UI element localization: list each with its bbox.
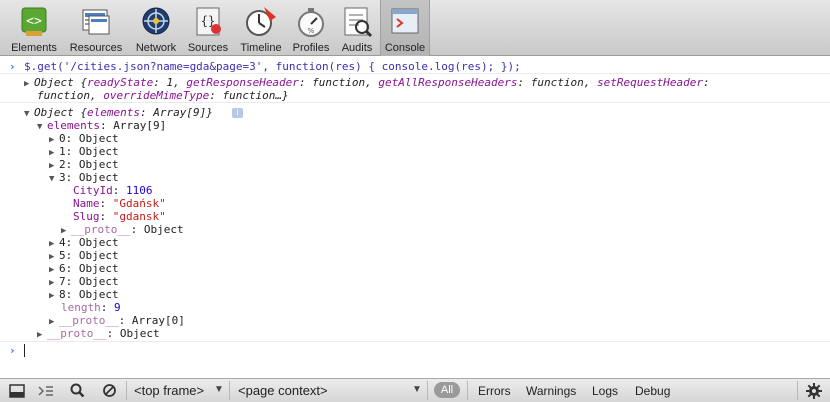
tab-profiles[interactable]: % Profiles [288,0,334,56]
command-result: ▶ Object {readyState: 1, getResponseHeade… [0,75,830,103]
chevron-down-icon: ▼ [412,384,422,395]
command-text[interactable]: $.get('/cities.json?name=gda&page=3', fu… [24,60,521,73]
console-output[interactable]: › $.get('/cities.json?name=gda&page=3', … [0,57,830,378]
tab-resources[interactable]: Resources [66,0,126,56]
tab-audits[interactable]: Audits [336,0,378,56]
console-input[interactable] [24,344,25,357]
sources-icon: {} [196,7,221,36]
devtools-toolbar: <> Elements Resources Network {} Sources… [0,0,830,56]
resources-icon [82,9,110,35]
console-log-message: ▼ Object {elements: Array[9]} i ▼ elements… [0,104,830,342]
search-icon [70,383,84,398]
tab-console[interactable]: Console [380,0,430,56]
show-console-icon [38,385,53,396]
tab-timeline[interactable]: Timeline [236,0,286,56]
audits-icon [344,7,373,38]
prop-name: Name: "Gdańsk" [73,197,166,210]
info-icon[interactable]: i [232,108,243,118]
prop-length: length: 9 [61,301,121,314]
filter-warnings[interactable]: Warnings [526,379,576,402]
result-line-2: function, overrideMimeType: function…} [37,89,289,102]
filter-all[interactable]: All [434,382,460,398]
status-bar: <top frame> ▼ <page context> ▼ All Error… [0,378,830,402]
clear-console-icon [102,384,116,397]
network-icon [142,7,170,35]
expand-triangle-icon[interactable]: ▶ [24,78,34,91]
filter-logs[interactable]: Logs [592,379,618,402]
timeline-icon [246,7,276,36]
gear-icon [806,382,822,399]
profiles-icon: % [298,8,324,37]
settings-button[interactable] [803,379,825,402]
object-proto[interactable]: ▶ __proto__: Object [37,327,160,342]
search-button[interactable] [66,379,88,402]
dock-icon [9,383,25,398]
context-select[interactable]: <page context> [238,379,328,402]
dock-button[interactable] [6,379,28,402]
console-command: › $.get('/cities.json?name=gda&page=3', … [0,59,830,74]
frame-select[interactable]: <top frame> [134,379,204,402]
show-drawer-button[interactable] [35,379,57,402]
prop-cityid: CityId: 1106 [73,184,153,197]
collapse-triangle-icon: ▼ [24,109,30,119]
input-prompt-glyph: › [9,344,16,357]
filter-errors[interactable]: Errors [478,379,511,402]
prompt-glyph: › [9,60,16,73]
tab-network[interactable]: Network [130,0,182,56]
tab-elements[interactable]: <> Elements [6,0,62,56]
tab-sources[interactable]: {} Sources [184,0,232,56]
svg-text:%: % [308,27,315,35]
filter-debug[interactable]: Debug [635,379,670,402]
clear-console-button[interactable] [98,379,120,402]
prop-slug: Slug: "gdansk" [73,210,166,223]
elements-icon: <> [21,7,47,36]
svg-text:<>: <> [26,14,42,29]
console-icon [391,8,419,34]
chevron-down-icon: ▼ [214,384,224,395]
